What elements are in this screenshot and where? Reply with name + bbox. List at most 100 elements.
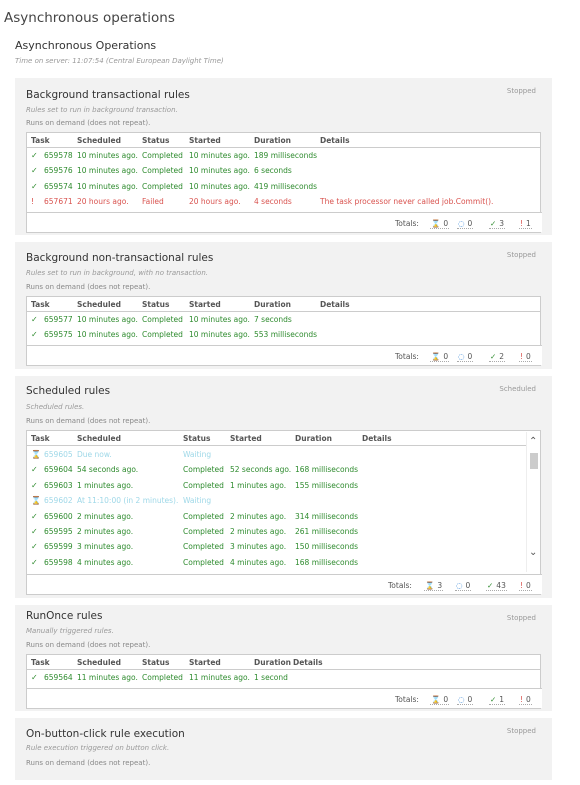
column-header-details[interactable]: Details [293, 658, 323, 667]
table-scroll-area[interactable]: ⌛ 659605 Due now. Waiting ✓ 659604 54 seconds … [27, 447, 525, 572]
totals-running[interactable]: ◌ 0 [457, 695, 474, 705]
cell-status: Completed [142, 181, 183, 191]
totals-waiting-count: 0 [443, 352, 449, 361]
cell-task: 657671 [44, 197, 73, 207]
column-header-details[interactable]: Details [320, 300, 350, 309]
cell-task: 659604 [44, 465, 73, 475]
column-header-status[interactable]: Status [142, 658, 169, 667]
column-header-scheduled[interactable]: Scheduled [77, 300, 121, 309]
totals-bar: Totals: ⌛ 3 ◌ 0 ✓ 43! 0 [27, 574, 542, 594]
section-state: Stopped [506, 87, 536, 95]
hourglass-icon: ⌛ [425, 581, 435, 590]
column-header-task[interactable]: Task [31, 136, 50, 145]
cell-duration: 168 milliseconds [295, 557, 358, 567]
table-row[interactable]: ! 657671 20 hours ago. Failed 20 hours ago. 4… [27, 194, 540, 209]
totals-completed-count: 1 [499, 695, 505, 704]
section-title: Scheduled rules [26, 385, 111, 397]
totals-completed[interactable]: ✓ 3 [489, 219, 506, 229]
cell-started: 10 minutes ago. [189, 330, 250, 340]
cell-scheduled: 2 minutes ago. [77, 526, 134, 536]
column-header-duration[interactable]: Duration [295, 434, 332, 443]
totals-waiting[interactable]: ⌛ 3 [424, 581, 444, 591]
totals-waiting[interactable]: ⌛ 0 [430, 352, 450, 362]
server-time: Time on server: 11:07:54 (Central Europe… [15, 57, 224, 65]
totals-label: Totals: [395, 352, 419, 361]
scroll-down-icon[interactable]: ⌄ [529, 547, 537, 558]
table-row[interactable]: ✓ 659604 54 seconds ago. Completed 52 second… [27, 462, 525, 477]
totals-running[interactable]: ◌ 0 [455, 581, 472, 591]
table-row[interactable]: ✓ 659564 11 minutes ago. Completed 11 minute… [27, 670, 540, 685]
section-runs: Runs on demand (does not repeat). [26, 417, 151, 425]
totals-waiting[interactable]: ⌛ 0 [430, 695, 450, 705]
table-row[interactable]: ✓ 659598 4 minutes ago. Completed 4 minutes … [27, 555, 525, 570]
totals-running[interactable]: ◌ 0 [457, 352, 474, 362]
column-header-started[interactable]: Started [189, 658, 221, 667]
column-header-task[interactable]: Task [31, 300, 50, 309]
cell-scheduled: At 11:10:00 (in 2 minutes). [77, 496, 179, 506]
cell-started: 10 minutes ago. [189, 151, 250, 160]
table-row[interactable]: ⌛ 659605 Due now. Waiting [27, 447, 525, 462]
table-row[interactable]: ✓ 659574 10 minutes ago. Completed 10 minute… [27, 179, 540, 194]
spinner-icon: ◌ [458, 219, 465, 228]
cell-scheduled: 10 minutes ago. [77, 151, 138, 160]
cell-duration: 419 milliseconds [254, 181, 317, 191]
section-title: RunOnce rules [26, 610, 103, 622]
totals-failed[interactable]: ! 0 [519, 352, 532, 362]
totals-running[interactable]: ◌ 0 [457, 219, 474, 229]
totals-waiting[interactable]: ⌛ 0 [430, 219, 450, 229]
column-header-duration[interactable]: Duration [254, 300, 291, 309]
hourglass-icon: ⌛ [431, 219, 441, 228]
totals-failed[interactable]: ! 1 [519, 219, 532, 229]
table-row[interactable]: ✓ 659599 3 minutes ago. Completed 3 minutes … [27, 539, 525, 554]
cell-duration: 4 seconds [254, 197, 292, 207]
column-header-details[interactable]: Details [362, 434, 392, 443]
table-row[interactable]: ✓ 659578 10 minutes ago. Completed 10 minute… [27, 148, 540, 163]
cell-details: The task processor never called job.Comm… [320, 197, 494, 207]
tasks-table: Task Scheduled Status Started Duration Detail… [26, 654, 542, 709]
tasks-table: Task Scheduled Status Started Duration Detail… [26, 430, 542, 595]
column-header-task[interactable]: Task [31, 434, 50, 443]
spinner-icon: ◌ [458, 352, 465, 361]
column-header-started[interactable]: Started [189, 300, 221, 309]
column-header-task[interactable]: Task [31, 658, 50, 667]
tasks-table: Task Scheduled Status Started Duration Detail… [26, 296, 542, 366]
column-header-scheduled[interactable]: Scheduled [77, 658, 121, 667]
totals-completed[interactable]: ✓ 2 [489, 352, 506, 362]
totals-waiting-count: 3 [437, 581, 443, 590]
table-row[interactable]: ✓ 659595 2 minutes ago. Completed 2 minutes … [27, 524, 525, 539]
section-state: Stopped [506, 614, 536, 622]
column-header-started[interactable]: Started [230, 434, 262, 443]
column-header-status[interactable]: Status [183, 434, 210, 443]
cell-scheduled: 10 minutes ago. [77, 181, 138, 191]
column-header-scheduled[interactable]: Scheduled [77, 434, 121, 443]
column-header-status[interactable]: Status [142, 300, 169, 309]
table-row[interactable]: ✓ 659575 10 minutes ago. Completed 10 minute… [27, 327, 540, 342]
cell-duration: 155 milliseconds [295, 480, 358, 490]
column-header-scheduled[interactable]: Scheduled [77, 136, 121, 145]
totals-failed[interactable]: ! 0 [519, 581, 532, 591]
totals-failed[interactable]: ! 0 [519, 695, 532, 705]
table-row[interactable]: ⌛ 659602 At 11:10:00 (in 2 minutes). Waitin… [27, 493, 525, 508]
scroll-up-icon[interactable]: ⌃ [529, 436, 537, 447]
column-header-details[interactable]: Details [320, 136, 350, 145]
cell-task: 659602 [44, 496, 73, 506]
section-runs: Runs on demand (does not repeat). [26, 641, 151, 649]
scroll-thumb[interactable] [530, 453, 538, 469]
column-header-duration[interactable]: Duration [254, 136, 291, 145]
table-row[interactable]: ✓ 659600 2 minutes ago. Completed 2 minutes … [27, 509, 525, 524]
table-row[interactable]: ✓ 659576 10 minutes ago. Completed 10 minute… [27, 163, 540, 178]
column-header-duration[interactable]: Duration [254, 658, 291, 667]
vertical-scrollbar[interactable]: ⌃ ⌄ [526, 432, 540, 572]
totals-completed[interactable]: ✓ 43 [486, 581, 507, 591]
column-header-started[interactable]: Started [189, 136, 221, 145]
totals-completed[interactable]: ✓ 1 [489, 695, 506, 705]
check-icon: ✓ [31, 166, 38, 176]
cell-task: 659603 [44, 480, 73, 490]
totals-failed-count: 0 [526, 695, 531, 704]
check-icon: ✓ [31, 315, 38, 324]
hourglass-icon: ⌛ [31, 450, 41, 459]
table-row[interactable]: ✓ 659577 10 minutes ago. Completed 10 minute… [27, 312, 540, 327]
hourglass-icon: ⌛ [431, 352, 441, 361]
table-row[interactable]: ✓ 659603 1 minutes ago. Completed 1 minutes … [27, 478, 525, 493]
column-header-status[interactable]: Status [142, 136, 169, 145]
